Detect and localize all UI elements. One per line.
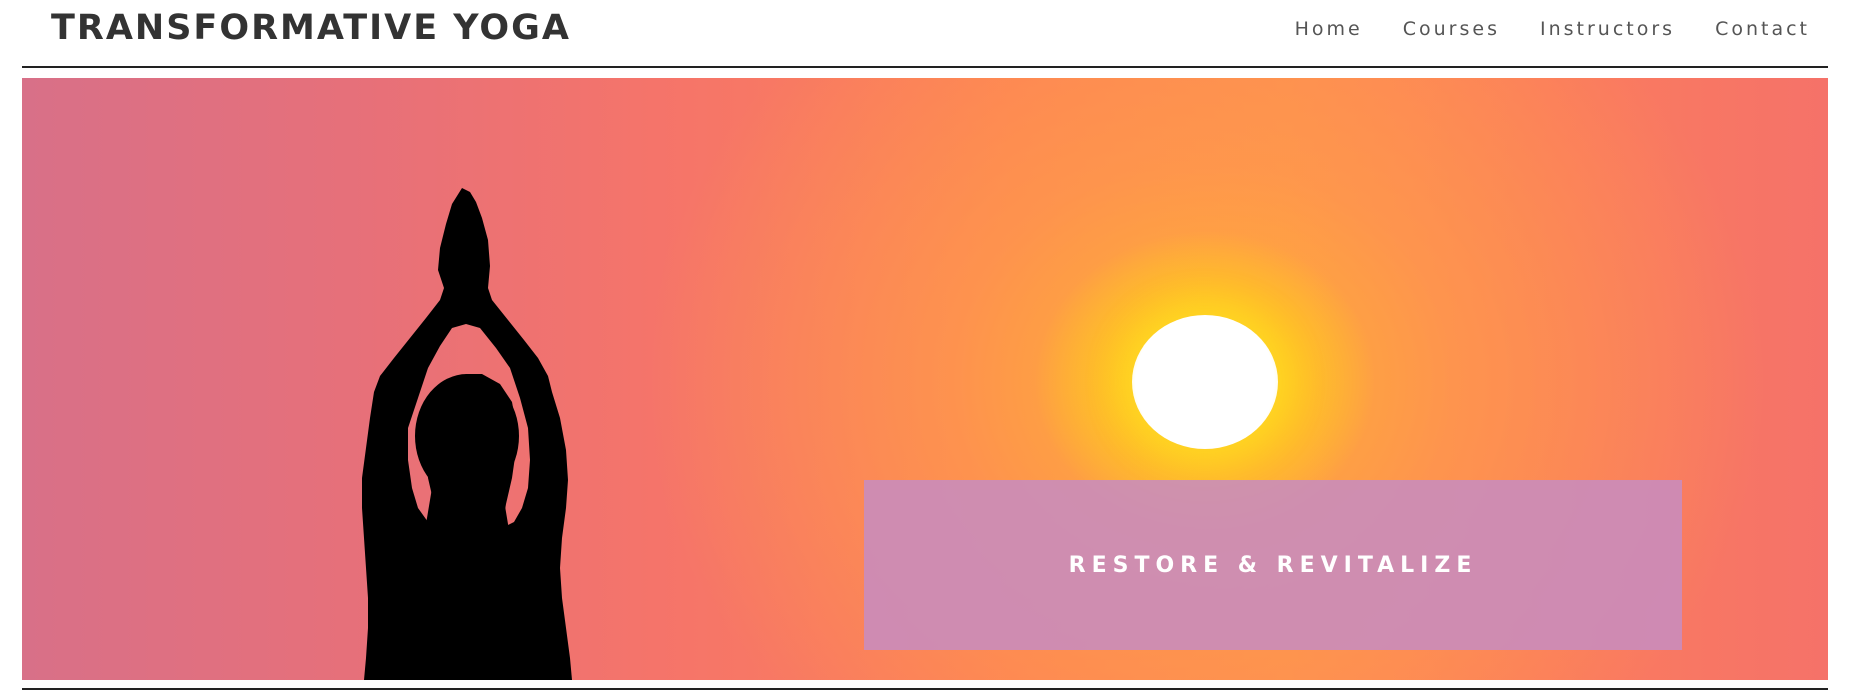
page: TRANSFORMATIVE YOGA Home Courses Instruc… (0, 0, 1852, 693)
hero-banner-text: RESTORE & REVITALIZE (1068, 552, 1478, 578)
hero-image: RESTORE & REVITALIZE (22, 78, 1828, 680)
nav-home-link[interactable]: Home (1295, 18, 1363, 40)
divider (22, 688, 1828, 690)
nav-contact-link[interactable]: Contact (1715, 18, 1810, 40)
nav-courses-link[interactable]: Courses (1403, 18, 1500, 40)
main-nav: Home Courses Instructors Contact (1295, 18, 1810, 40)
sun-graphic (1132, 315, 1278, 449)
nav-instructors-link[interactable]: Instructors (1540, 18, 1675, 40)
site-logo-text[interactable]: TRANSFORMATIVE YOGA (51, 8, 571, 48)
hero-banner: RESTORE & REVITALIZE (864, 480, 1682, 650)
site-header: TRANSFORMATIVE YOGA Home Courses Instruc… (22, 0, 1828, 68)
yoga-silhouette-graphic (362, 188, 572, 680)
